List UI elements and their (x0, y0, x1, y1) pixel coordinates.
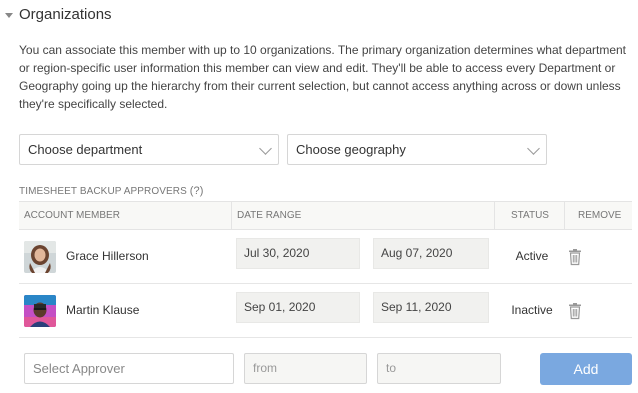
add-button[interactable]: Add (540, 353, 632, 385)
column-divider (564, 202, 565, 229)
help-icon[interactable]: (?) (190, 185, 204, 197)
column-divider (494, 202, 495, 229)
section-title: Organizations (19, 6, 112, 23)
member-name: Martin Klause (66, 303, 140, 317)
table-row: Martin Klause Sep 01, 2020 Sep 11, 2020 … (19, 284, 632, 338)
select-approver-input[interactable]: Select Approver (24, 353, 234, 384)
geography-select[interactable]: Choose geography (287, 134, 547, 165)
column-header-account-member: ACCOUNT MEMBER (24, 210, 120, 221)
organizations-description: You can associate this member with up to… (19, 43, 626, 111)
organizations-section-toggle[interactable]: Organizations (5, 6, 112, 23)
geography-select-value: Choose geography (296, 142, 406, 157)
member-name: Grace Hillerson (66, 249, 149, 263)
column-divider (231, 202, 232, 229)
from-date-input[interactable]: from (244, 353, 367, 384)
status-text: Active (515, 249, 549, 263)
column-header-status: STATUS (511, 210, 549, 221)
to-date-input[interactable]: to (377, 353, 501, 384)
column-header-remove: REMOVE (578, 210, 622, 221)
approvers-table-header: ACCOUNT MEMBER DATE RANGE STATUS REMOVE (19, 201, 632, 230)
date-from-field[interactable]: Sep 01, 2020 (236, 292, 360, 323)
date-to-field[interactable]: Aug 07, 2020 (373, 238, 489, 269)
trash-icon[interactable] (567, 248, 583, 266)
table-row: Grace Hillerson Jul 30, 2020 Aug 07, 202… (19, 230, 632, 284)
column-header-date-range: DATE RANGE (237, 210, 302, 221)
caret-down-icon (5, 12, 13, 18)
approvers-label: TIMESHEET BACKUP APPROVERS (19, 186, 187, 197)
approvers-label-group: TIMESHEET BACKUP APPROVERS (?) (19, 185, 203, 197)
department-select-value: Choose department (28, 142, 143, 157)
avatar (24, 241, 56, 273)
date-from-field[interactable]: Jul 30, 2020 (236, 238, 360, 269)
department-select[interactable]: Choose department (19, 134, 279, 165)
status-text: Inactive (511, 303, 553, 317)
chevron-down-icon (259, 142, 272, 155)
trash-icon[interactable] (567, 302, 583, 320)
chevron-down-icon (527, 142, 540, 155)
avatar (24, 295, 56, 327)
date-to-field[interactable]: Sep 11, 2020 (373, 292, 489, 323)
